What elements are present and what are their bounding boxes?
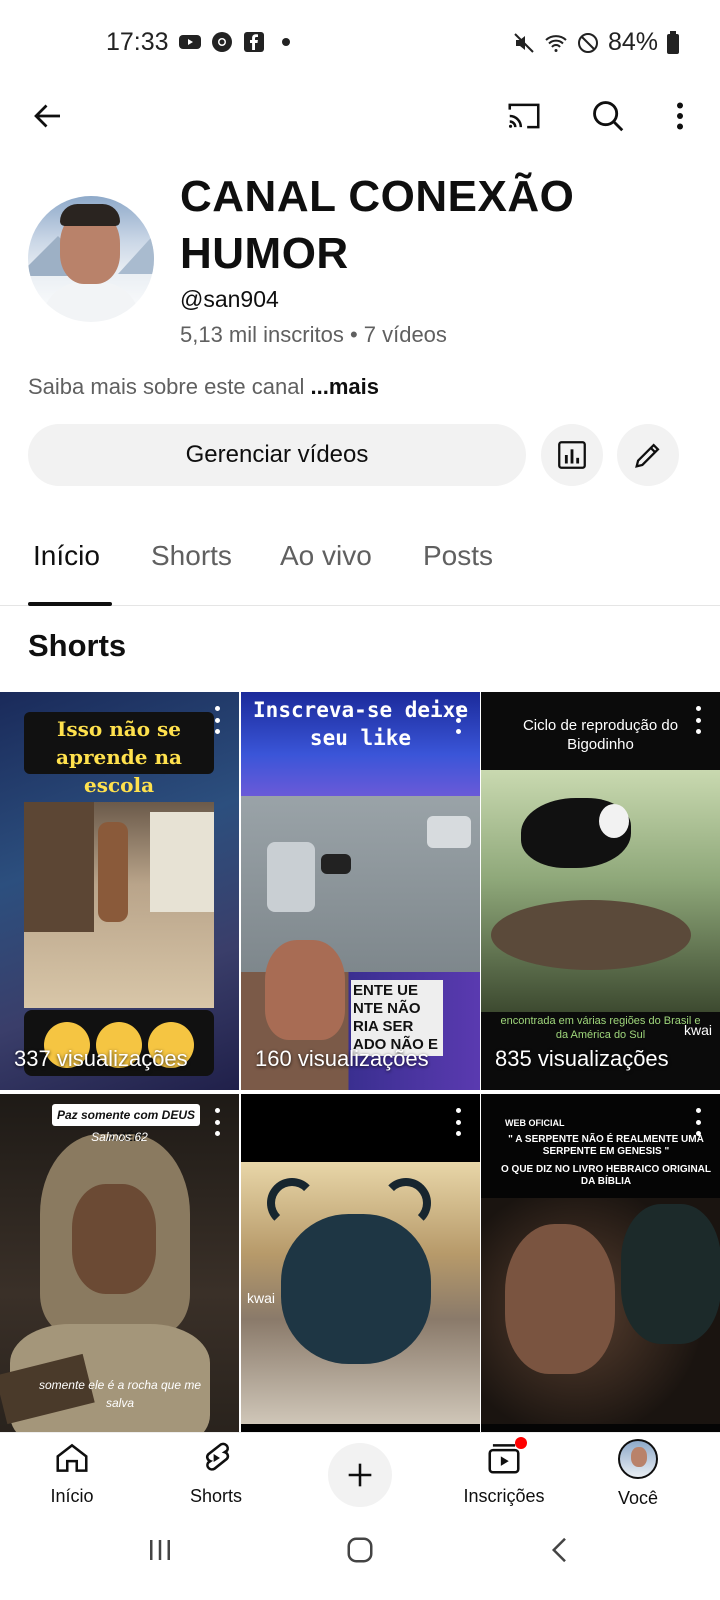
- recent-apps-button[interactable]: [140, 1530, 180, 1570]
- channel-about-text: Saiba mais sobre este canal: [28, 374, 311, 399]
- active-tab-indicator: [28, 602, 112, 606]
- back-button[interactable]: [18, 86, 78, 146]
- notification-dot: [515, 1437, 527, 1449]
- channel-avatar[interactable]: [28, 196, 154, 322]
- back-system-button[interactable]: [540, 1530, 580, 1570]
- shorts-icon: [205, 1442, 230, 1471]
- nav-home-label: Início: [50, 1486, 94, 1506]
- nav-home[interactable]: Início: [12, 1439, 132, 1507]
- channel-tabs: Início Shorts Ao vivo Posts: [0, 520, 720, 606]
- section-title-shorts: Shorts: [28, 628, 127, 663]
- battery-icon: [667, 30, 679, 54]
- dnd-icon: [577, 32, 598, 53]
- channel-handle: @san904: [180, 286, 279, 312]
- short-caption: Inscreva-se deixe seu like: [253, 698, 468, 750]
- channel-about-link[interactable]: Saiba mais sobre este canal ...mais: [28, 374, 379, 400]
- nav-subscriptions-label: Inscrições: [463, 1486, 545, 1506]
- mute-icon: [514, 32, 534, 53]
- battery-percent: 84%: [607, 28, 658, 56]
- bottom-navigation: Início Shorts Inscrições Você: [0, 1432, 720, 1518]
- cast-icon: [508, 103, 540, 129]
- manage-videos-button[interactable]: Gerenciar vídeos: [28, 424, 526, 486]
- nav-you[interactable]: Você: [578, 1439, 698, 1509]
- status-time: 17:33: [106, 28, 169, 56]
- short-caption: Ciclo de reprodução do Bigodinho: [522, 717, 679, 753]
- short-more-button[interactable]: [448, 1108, 468, 1136]
- tab-ao-vivo[interactable]: Ao vivo: [280, 540, 372, 572]
- short-more-button[interactable]: [448, 706, 468, 734]
- wifi-icon: [545, 34, 567, 52]
- system-navigation-bar: [0, 1518, 720, 1600]
- short-card[interactable]: Ciclo de reprodução do Bigodinho encontr…: [481, 692, 720, 1090]
- short-card[interactable]: Inscreva-se deixe seu like ENTE UE NTE N…: [241, 692, 480, 1090]
- tab-shorts[interactable]: Shorts: [151, 540, 232, 572]
- top-app-bar: [0, 86, 720, 156]
- short-more-button[interactable]: [207, 1108, 227, 1136]
- short-views: 160 visualizações: [255, 1046, 429, 1071]
- short-inner-text: ENTE UE NTE NÃO RIA SER ADO NÃO E: [351, 980, 443, 1056]
- short-more-button[interactable]: [207, 706, 227, 734]
- more-link[interactable]: ...mais: [311, 374, 379, 399]
- avatar: [618, 1439, 658, 1479]
- search-icon: [593, 101, 624, 132]
- tab-inicio[interactable]: Início: [33, 540, 100, 572]
- analytics-button[interactable]: [541, 424, 603, 486]
- channel-title: CANAL CONEXÃO HUMOR: [180, 172, 575, 278]
- nav-shorts-label: Shorts: [189, 1486, 243, 1506]
- plus-icon: [348, 1463, 372, 1487]
- create-button[interactable]: [328, 1443, 392, 1507]
- nav-you-label: Você: [617, 1488, 659, 1508]
- kwai-watermark: kwai: [683, 1022, 712, 1038]
- dot-icon: [282, 38, 290, 46]
- analytics-icon: [558, 441, 586, 469]
- kwai-watermark: kwai: [247, 1290, 276, 1306]
- cast-button[interactable]: [494, 86, 554, 146]
- chrome-icon: [212, 32, 232, 52]
- home-system-button[interactable]: [340, 1530, 380, 1570]
- status-bar: 17:33 84%: [0, 0, 720, 86]
- short-more-button[interactable]: [688, 1108, 708, 1136]
- short-caption: Paz somente com DEUS AMÉN.: [52, 1104, 200, 1144]
- short-card[interactable]: Isso não se aprende na escola 337 visual…: [0, 692, 239, 1090]
- search-button[interactable]: [578, 86, 638, 146]
- more-options-button[interactable]: [650, 86, 710, 146]
- home-icon: [56, 1443, 88, 1472]
- short-caption: Isso não se aprende na escola: [24, 712, 214, 797]
- back-chevron-icon: [551, 1537, 566, 1563]
- short-subtitle: Salmos 62: [91, 1130, 148, 1144]
- youtube-icon: [179, 35, 201, 49]
- nav-shorts[interactable]: Shorts: [156, 1439, 276, 1507]
- home-square-icon: [347, 1537, 373, 1563]
- facebook-icon: [244, 32, 264, 52]
- short-more-button[interactable]: [688, 706, 708, 734]
- recent-apps-icon: [150, 1540, 170, 1560]
- short-subtitle: O QUE DIZ NO LIVRO HEBRAICO ORIGINAL DA …: [501, 1164, 712, 1187]
- more-vert-icon: [677, 102, 683, 130]
- shorts-grid: Isso não se aprende na escola 337 visual…: [0, 692, 720, 1492]
- edit-channel-button[interactable]: [617, 424, 679, 486]
- pencil-icon: [635, 443, 660, 468]
- short-views: 337 visualizações: [14, 1046, 188, 1071]
- back-arrow-icon: [34, 104, 60, 128]
- short-tag: WEB OFICIAL: [505, 1118, 565, 1128]
- tab-posts[interactable]: Posts: [423, 540, 493, 572]
- short-bottom-text: somente ele é a rocha que me salva: [38, 1378, 202, 1410]
- short-views: 835 visualizações: [495, 1046, 669, 1071]
- short-caption: " A SERPENTE NÃO É REALMENTE UMA SERPENT…: [508, 1134, 704, 1157]
- channel-stats: 5,13 mil inscritos • 7 vídeos: [180, 322, 447, 347]
- nav-subscriptions[interactable]: Inscrições: [444, 1437, 564, 1507]
